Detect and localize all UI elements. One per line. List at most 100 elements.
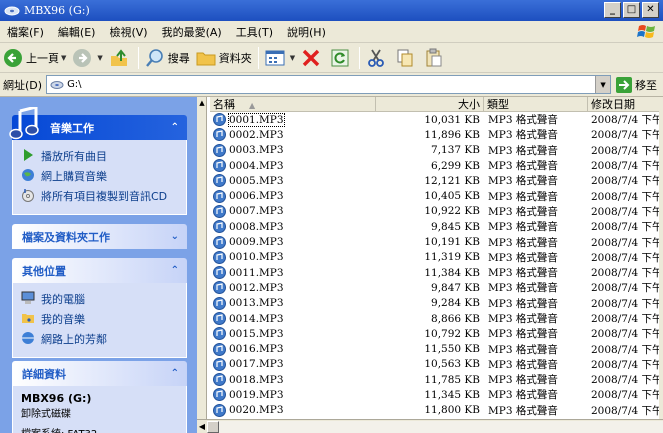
file-name-cell[interactable]: 0015.MP3 xyxy=(210,327,376,341)
file-type: MP3 格式聲音 xyxy=(488,404,558,417)
address-input[interactable]: G:\ ▼ xyxy=(46,75,612,94)
chevron-down-icon[interactable]: ▼ xyxy=(61,54,66,62)
file-name-cell[interactable]: 0013.MP3 xyxy=(210,296,376,310)
file-name-cell[interactable]: 0007.MP3 xyxy=(210,204,376,218)
file-name-cell[interactable]: 0010.MP3 xyxy=(210,250,376,264)
file-name-cell[interactable]: 0009.MP3 xyxy=(210,235,376,249)
menu-favorites[interactable]: 我的最愛(A) xyxy=(155,24,229,40)
paste-button[interactable] xyxy=(421,45,450,71)
file-name: 0010.MP3 xyxy=(229,251,284,264)
file-name-cell[interactable]: 0011.MP3 xyxy=(210,266,376,280)
table-row[interactable]: 0002.MP3 11,896 KB MP3 格式聲音 2008/7/4 下午 05:… xyxy=(210,127,663,142)
file-name-cell[interactable]: 0012.MP3 xyxy=(210,281,376,295)
mp3-file-icon xyxy=(213,174,226,188)
refresh-button[interactable] xyxy=(327,45,356,71)
scroll-track[interactable] xyxy=(219,420,663,433)
place-my-computer[interactable]: 我的電腦 xyxy=(21,291,180,307)
table-row[interactable]: 0001.MP3 10,031 KB MP3 格式聲音 2008/7/4 下午 05:… xyxy=(210,112,663,127)
other-places-header[interactable]: 其他位置 ⌃ xyxy=(12,258,187,283)
back-button[interactable]: 上一頁 ▼ xyxy=(0,45,69,71)
file-name-cell[interactable]: 0020.MP3 xyxy=(210,403,376,417)
collapse-chevron-icon[interactable]: ⌃ xyxy=(171,122,179,133)
file-name-cell[interactable]: 0003.MP3 xyxy=(210,143,376,157)
column-size-header[interactable]: 大小 xyxy=(376,97,484,112)
table-row[interactable]: 0009.MP3 10,191 KB MP3 格式聲音 2008/7/4 下午 06:… xyxy=(210,234,663,249)
collapse-chevron-icon[interactable]: ⌃ xyxy=(171,368,179,379)
file-name-cell[interactable]: 0016.MP3 xyxy=(210,342,376,356)
details-header[interactable]: 詳細資料 ⌃ xyxy=(12,361,187,386)
forward-button[interactable]: ▼ xyxy=(69,45,105,71)
column-type-header[interactable]: 類型 xyxy=(484,97,588,112)
table-row[interactable]: 0018.MP3 11,785 KB MP3 格式聲音 2008/7/4 下午 06:… xyxy=(210,372,663,387)
maximize-button[interactable]: □ xyxy=(623,2,640,18)
up-folder-button[interactable] xyxy=(106,45,135,71)
table-row[interactable]: 0006.MP3 10,405 KB MP3 格式聲音 2008/7/4 下午 05:… xyxy=(210,188,663,203)
table-row[interactable]: 0010.MP3 11,319 KB MP3 格式聲音 2008/7/4 下午 06:… xyxy=(210,250,663,265)
folders-button[interactable]: 資料夾 xyxy=(193,45,255,71)
chevron-down-icon[interactable]: ▼ xyxy=(290,54,295,62)
table-row[interactable]: 0008.MP3 9,845 KB MP3 格式聲音 2008/7/4 下午 05:1… xyxy=(210,219,663,234)
mp3-file-icon xyxy=(213,373,226,387)
file-name-cell[interactable]: 0008.MP3 xyxy=(210,220,376,234)
column-date-header[interactable]: 修改日期 xyxy=(588,97,663,112)
scroll-up-arrow[interactable]: ▲ xyxy=(197,97,207,109)
other-places-list: 我的電腦 我的音樂 網路上的芳鄰 xyxy=(12,283,187,358)
delete-button[interactable] xyxy=(298,45,327,71)
scroll-left-arrow[interactable]: ◀ xyxy=(197,421,207,433)
file-name-cell[interactable]: 0002.MP3 xyxy=(210,128,376,142)
left-pane-scrollbar[interactable]: ▲ xyxy=(197,97,207,433)
cut-button[interactable] xyxy=(363,45,392,71)
chevron-down-icon[interactable]: ▼ xyxy=(97,54,102,62)
table-row[interactable]: 0012.MP3 9,847 KB MP3 格式聲音 2008/7/4 下午 06:5… xyxy=(210,280,663,295)
address-dropdown-button[interactable]: ▼ xyxy=(595,76,611,93)
close-button[interactable]: ✕ xyxy=(642,2,659,18)
place-network[interactable]: 網路上的芳鄰 xyxy=(21,331,180,347)
menu-file[interactable]: 檔案(F) xyxy=(0,24,51,40)
views-button[interactable]: ▼ xyxy=(262,45,298,71)
task-play-all[interactable]: 播放所有曲目 xyxy=(21,148,180,164)
minimize-button[interactable]: _ xyxy=(604,2,621,18)
file-name-cell[interactable]: 0005.MP3 xyxy=(210,174,376,188)
file-name-cell[interactable]: 0004.MP3 xyxy=(210,159,376,173)
file-name-cell[interactable]: 0006.MP3 xyxy=(210,189,376,203)
file-type: MP3 格式聲音 xyxy=(488,343,558,356)
file-type: MP3 格式聲音 xyxy=(488,205,558,218)
table-row[interactable]: 0003.MP3 7,137 KB MP3 格式聲音 2008/7/4 下午 05:1… xyxy=(210,143,663,158)
table-row[interactable]: 0019.MP3 11,345 KB MP3 格式聲音 2008/7/4 下午 07:… xyxy=(210,387,663,402)
menu-bar: 檔案(F) 編輯(E) 檢視(V) 我的最愛(A) 工具(T) 說明(H) xyxy=(0,21,663,43)
table-row[interactable]: 0007.MP3 10,922 KB MP3 格式聲音 2008/7/4 下午 05:… xyxy=(210,204,663,219)
file-name-cell[interactable]: 0014.MP3 xyxy=(210,312,376,325)
copy-button[interactable] xyxy=(392,45,421,71)
collapse-chevron-icon[interactable]: ⌃ xyxy=(171,265,179,276)
table-row[interactable]: 0004.MP3 6,299 KB MP3 格式聲音 2008/7/4 下午 05:1… xyxy=(210,158,663,173)
column-name-header[interactable]: 名稱 ▲ xyxy=(210,97,376,112)
table-row[interactable]: 0005.MP3 12,121 KB MP3 格式聲音 2008/7/4 下午 05:… xyxy=(210,173,663,188)
expand-chevron-icon[interactable]: ⌄ xyxy=(171,231,179,242)
table-row[interactable]: 0017.MP3 10,563 KB MP3 格式聲音 2008/7/4 下午 06:… xyxy=(210,357,663,372)
menu-tools[interactable]: 工具(T) xyxy=(229,24,280,40)
menu-edit[interactable]: 編輯(E) xyxy=(51,24,103,40)
file-name-cell[interactable]: 0018.MP3 xyxy=(210,373,376,387)
table-row[interactable]: 0016.MP3 11,550 KB MP3 格式聲音 2008/7/4 下午 06:… xyxy=(210,341,663,356)
file-name-cell[interactable]: 0019.MP3 xyxy=(210,388,376,402)
right-scrollbar[interactable] xyxy=(659,97,663,419)
task-buy-music[interactable]: 網上購買音樂 xyxy=(21,168,180,184)
table-row[interactable]: 0013.MP3 9,284 KB MP3 格式聲音 2008/7/4 下午 06:5… xyxy=(210,296,663,311)
task-copy-to-cd[interactable]: 將所有項目複製到音訊CD xyxy=(21,188,180,204)
horizontal-scrollbar[interactable]: ◀ xyxy=(197,419,663,433)
search-button[interactable]: 搜尋 xyxy=(142,45,193,71)
file-name-cell[interactable]: 0017.MP3 xyxy=(210,357,376,371)
file-name-cell[interactable]: 0001.MP3 xyxy=(210,112,376,127)
menu-view[interactable]: 檢視(V) xyxy=(102,24,154,40)
table-row[interactable]: 0020.MP3 11,800 KB MP3 格式聲音 2008/7/4 下午 07:… xyxy=(210,403,663,418)
mp3-file-icon xyxy=(213,250,226,264)
menu-help[interactable]: 說明(H) xyxy=(280,24,333,40)
table-row[interactable]: 0014.MP3 8,866 KB MP3 格式聲音 2008/7/4 下午 06:5… xyxy=(210,311,663,326)
table-row[interactable]: 0015.MP3 10,792 KB MP3 格式聲音 2008/7/4 下午 06:… xyxy=(210,326,663,341)
file-folder-tasks-header[interactable]: 檔案及資料夾工作 ⌄ xyxy=(12,224,187,249)
scroll-thumb[interactable] xyxy=(207,420,219,433)
list-header: 名稱 ▲ 大小 類型 修改日期 xyxy=(210,97,663,112)
table-row[interactable]: 0011.MP3 11,384 KB MP3 格式聲音 2008/7/4 下午 06:… xyxy=(210,265,663,280)
place-my-music[interactable]: 我的音樂 xyxy=(21,311,180,327)
go-button[interactable]: 移至 xyxy=(616,76,657,93)
